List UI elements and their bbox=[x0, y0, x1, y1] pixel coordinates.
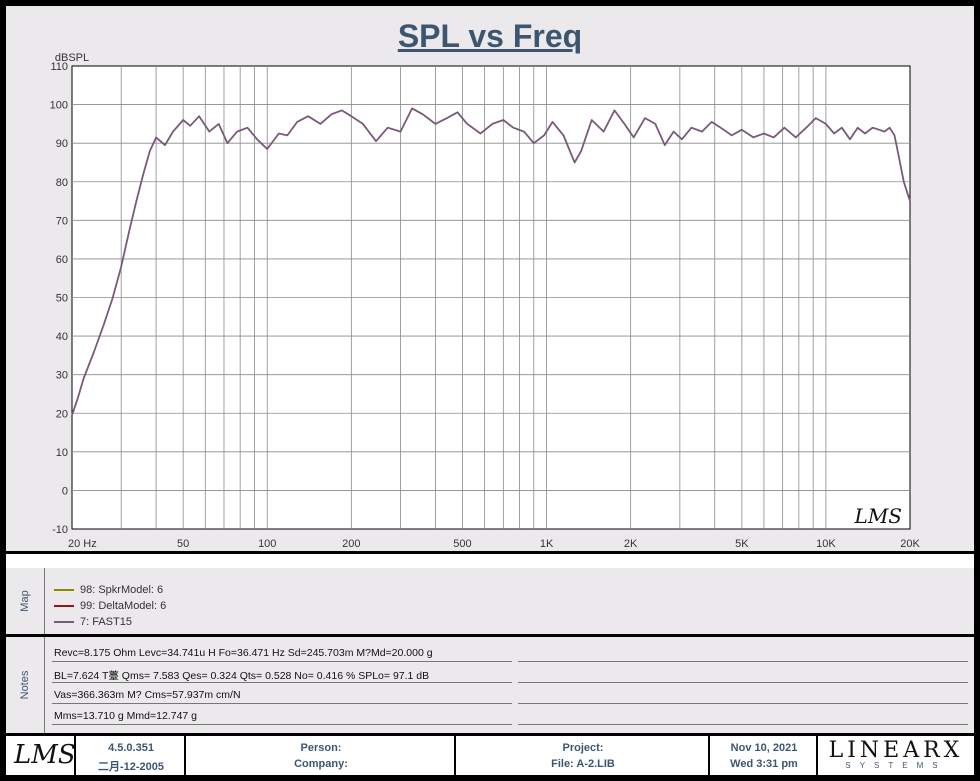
footer-brand-cell: LINEARX SYSTEMS bbox=[816, 736, 974, 775]
y-tick-label: 0 bbox=[62, 485, 68, 497]
y-tick-label: 90 bbox=[56, 138, 68, 150]
notes-tab[interactable]: Notes bbox=[6, 637, 45, 733]
x-tick-label: 1K bbox=[540, 538, 554, 550]
footer-logo-cell: LMS bbox=[6, 736, 76, 775]
linearx-logo: LINEARX bbox=[828, 738, 964, 763]
x-tick-label: 10K bbox=[816, 538, 836, 550]
legend-item-fast15[interactable]: 7: FAST15 bbox=[54, 616, 132, 628]
person-label[interactable]: Person: bbox=[186, 742, 456, 754]
separator bbox=[6, 551, 974, 554]
map-panel: Map 98: SpkrModel: 6 99: DeltaModel: 6 7… bbox=[6, 568, 974, 634]
y-tick-label: 80 bbox=[56, 177, 68, 189]
footer-project-cell: Project: File: A-2.LIB bbox=[454, 736, 710, 775]
version-date: 二月-12-2005 bbox=[97, 761, 165, 773]
y-tick-label: 40 bbox=[56, 331, 68, 343]
y-tick-label: 60 bbox=[56, 254, 68, 266]
y-tick-label: 70 bbox=[56, 215, 68, 227]
spl-plot: 1101009080706050403020100-1020 Hz 50 100 20… bbox=[50, 52, 921, 550]
main-window: SPL vs Freq 110 100 90 80 70 60 50 40 30 20 10 0 -10… bbox=[6, 6, 974, 775]
map-tab[interactable]: Map bbox=[6, 568, 45, 634]
y-tick-label: -10 bbox=[52, 524, 68, 536]
x-tick-label: 50 bbox=[177, 538, 189, 550]
lms-logo: LMS bbox=[14, 740, 76, 770]
chart-area: SPL vs Freq 110 100 90 80 70 60 50 40 30 20 10 0 -10… bbox=[6, 6, 974, 551]
x-tick-label: 5K bbox=[735, 538, 749, 550]
legend-swatch-2 bbox=[54, 605, 74, 607]
time-text: Wed 3:31 pm bbox=[730, 758, 798, 770]
footer-version-cell: 4.5.0.351 二月-12-2005 bbox=[74, 736, 186, 775]
x-tick-label: 20K bbox=[900, 538, 920, 550]
legend-item-deltamodel[interactable]: 99: DeltaModel: 6 bbox=[54, 600, 166, 612]
x-tick-label: 500 bbox=[453, 538, 471, 550]
notes-panel: Notes Revc=8.175 Ohm Levc=34.741u H Fo=3… bbox=[6, 637, 974, 733]
version-text: 4.5.0.351 bbox=[108, 742, 154, 754]
date-text: Nov 10, 2021 bbox=[730, 742, 798, 754]
y-tick-label: 100 bbox=[50, 100, 68, 112]
note-line-1[interactable]: Revc=8.175 Ohm Levc=34.741u H Fo=36.471 … bbox=[54, 647, 433, 659]
legend-swatch-1 bbox=[54, 589, 74, 591]
x-tick-label: 100 bbox=[258, 538, 276, 550]
y-tick-label: 50 bbox=[56, 293, 68, 305]
note-line-2[interactable]: BL=7.624 T薹 Qms= 7.583 Qes= 0.324 Qts= 0… bbox=[54, 668, 429, 683]
legend-swatch-3 bbox=[54, 621, 74, 623]
y-tick-label: 20 bbox=[56, 408, 68, 420]
x-tick-label: 200 bbox=[342, 538, 360, 550]
y-tick-label: 10 bbox=[56, 447, 68, 459]
legend-item-spkrmodel[interactable]: 98: SpkrModel: 6 bbox=[54, 584, 163, 596]
lms-watermark: LMS bbox=[854, 504, 902, 528]
footer-person-cell: Person: Company: bbox=[184, 736, 456, 775]
file-label[interactable]: File: A-2.LIB bbox=[456, 758, 710, 770]
note-line-4[interactable]: Mms=13.710 g Mmd=12.747 g bbox=[54, 710, 197, 722]
y-axis-label: dBSPL bbox=[55, 52, 89, 64]
note-line-3[interactable]: Vas=366.363m M? Cms=57.937m cm/N bbox=[54, 689, 241, 701]
project-label[interactable]: Project: bbox=[456, 742, 710, 754]
x-tick-label: 20 Hz bbox=[68, 538, 97, 550]
x-tick-label: 2K bbox=[624, 538, 638, 550]
linearx-systems: SYSTEMS bbox=[845, 761, 947, 770]
y-tick-label: 30 bbox=[56, 370, 68, 382]
footer-date-cell: Nov 10, 2021 Wed 3:31 pm bbox=[708, 736, 818, 775]
company-label[interactable]: Company: bbox=[186, 758, 456, 770]
footer: LMS 4.5.0.351 二月-12-2005 Person: Company… bbox=[6, 736, 974, 775]
